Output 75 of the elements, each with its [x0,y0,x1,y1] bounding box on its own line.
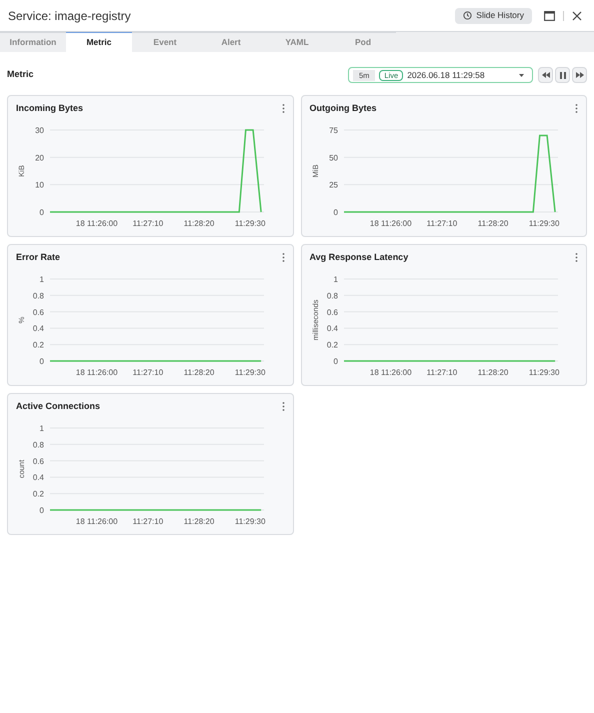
chart-title: Avg Response Latency [310,251,408,264]
chart-title: Active Connections [16,400,100,413]
y-tick-label: 0.8 [326,290,338,300]
y-tick-label: 0.2 [32,489,44,498]
tab[interactable]: Pod [330,32,396,52]
more-icon[interactable] [282,402,284,412]
y-tick-label: 0 [40,208,44,216]
window-title: Service: image-registry [8,8,131,24]
y-tick-label: 0 [333,208,338,216]
tab[interactable]: Metric [66,32,132,52]
y-tick-label: 0.4 [32,324,44,333]
y-tick-label: 75 [328,126,338,134]
y-tick-label: 0.2 [326,340,338,350]
y-tick-label: 0.4 [326,324,338,333]
time-field: 2026.06.18 11:29:58 [407,68,485,82]
y-tick-label: 10 [35,180,44,190]
pause-button[interactable] [555,67,570,83]
pause-icon [560,72,566,78]
x-tick-label: 11:29:30 [234,368,266,376]
x-tick-label: 11:29:30 [528,368,559,376]
rewind-icon [542,72,550,78]
more-icon[interactable] [575,104,578,114]
y-tick-label: 0.6 [32,307,44,316]
tab[interactable]: YAML [264,32,330,52]
maximize-icon[interactable] [544,10,555,20]
x-tick-label: 11:28:20 [477,218,508,228]
forward-button[interactable] [572,67,587,83]
x-tick-label: 11:28:20 [184,218,214,228]
y-tick-label: 0.2 [32,340,44,350]
tab[interactable]: Event [132,32,198,52]
x-tick-label: 18 11:26:00 [76,516,118,526]
more-icon[interactable] [282,253,284,262]
fast-forward-icon [576,72,584,78]
chart-title: Error Rate [16,251,60,264]
x-tick-label: 11:29:30 [528,218,559,228]
y-tick-label: 0 [333,356,338,366]
more-icon[interactable] [575,253,578,262]
x-tick-label: 11:29:30 [234,516,266,526]
y-tick-label: 0.8 [32,440,44,449]
y-tick-label: 1 [40,274,44,284]
x-tick-label: 18 11:26:00 [369,368,412,376]
x-tick-label: 11:27:10 [132,368,164,376]
y-tick-label: 0 [40,356,44,366]
rewind-button[interactable] [538,67,553,83]
y-tick-label: 0.8 [32,290,44,300]
x-tick-label: 11:28:20 [184,368,214,376]
x-tick-label: 18 11:26:00 [76,218,118,228]
caret-icon [519,74,524,76]
y-tick-label: 50 [328,152,338,162]
x-tick-label: 11:27:10 [426,218,457,228]
x-tick-label: 11:27:10 [132,516,164,526]
x-tick-label: 18 11:26:00 [369,218,412,228]
y-tick-label: 0.4 [32,472,44,482]
y-tick-label: 20 [35,152,44,162]
close-icon[interactable] [572,10,582,20]
chart-title: Outgoing Bytes [310,102,376,115]
clock-icon [463,11,472,20]
y-tick-label: 0.6 [32,456,44,466]
y-tick-label: 25 [328,180,338,190]
tab[interactable]: Alert [198,32,264,52]
x-tick-label: 11:28:20 [477,368,508,376]
more-icon[interactable] [282,104,284,114]
slide-history-button[interactable]: Slide History [455,8,532,24]
x-tick-label: 11:28:20 [184,516,214,526]
x-tick-label: 18 11:26:00 [76,368,118,376]
section-title: Metric [7,68,34,82]
y-tick-label: 0 [40,506,44,514]
x-tick-label: 11:29:30 [234,218,266,228]
y-tick-label: 1 [333,274,338,284]
x-tick-label: 11:27:10 [426,368,457,376]
y-tick-label: 1 [40,424,44,432]
x-tick-label: 11:27:10 [132,218,164,228]
y-tick-label: 30 [35,126,44,134]
y-tick-label: 0.6 [326,307,338,316]
chart-title: Incoming Bytes [16,102,84,115]
